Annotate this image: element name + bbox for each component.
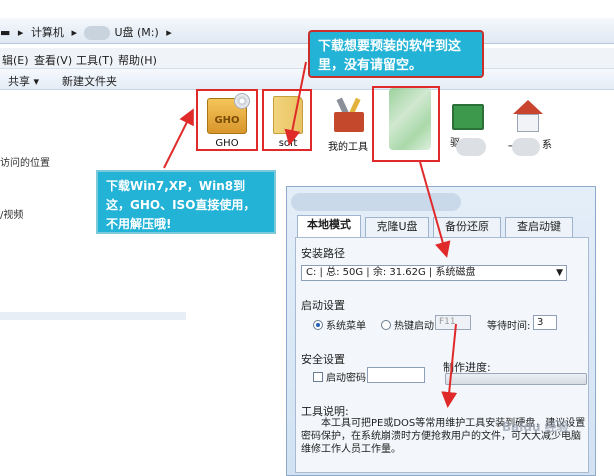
blurred-label: [512, 138, 540, 156]
menu-bar: 辑(E) 查看(V) 工具(T) 帮助(H): [0, 48, 614, 68]
file-label: 我的工具: [328, 142, 368, 153]
navigation-pane: 访问的位置 /视频: [0, 90, 186, 476]
network-card-icon: [452, 104, 484, 130]
folder-my-tools[interactable]: 我的工具: [326, 97, 370, 153]
breadcrumb-drive[interactable]: U盘 (M:): [114, 26, 158, 39]
share-button[interactable]: 共享 ▾: [8, 73, 39, 89]
nav-divider: [0, 312, 186, 320]
callout-top: 下载想要预装的软件到这里，没有请留空。: [308, 30, 484, 78]
boot-settings-label: 启动设置: [301, 299, 345, 312]
radio-selected-icon: [313, 320, 323, 330]
hotkey-select[interactable]: F11: [435, 315, 471, 330]
security-settings-label: 安全设置: [301, 353, 345, 366]
breadcrumb-separator: ▸: [166, 26, 172, 39]
menu-tools[interactable]: 工具(T): [76, 52, 113, 68]
back-arrow-icon[interactable]: ▬: [0, 26, 10, 39]
radio-hotkey[interactable]: 热键启动: [381, 317, 434, 332]
menu-edit[interactable]: 辑(E): [2, 52, 29, 68]
wait-time-stepper[interactable]: 3: [533, 315, 557, 330]
highlight-blurred-file: [372, 86, 440, 162]
file-label: 系: [542, 140, 552, 151]
install-path-select[interactable]: C: | 总: 50G | 余: 31.62G | 系统磁盘 ▼: [301, 265, 567, 281]
breadcrumb-computer[interactable]: 计算机: [31, 26, 64, 39]
address-bar[interactable]: ▬ ▸ 计算机 ▸ U盘 (M:) ▸: [0, 18, 614, 44]
blurred-label: [456, 138, 486, 156]
install-path-label: 安装路径: [301, 247, 345, 260]
tab-clone-usb[interactable]: 克隆U盘: [365, 217, 429, 237]
radio-system-menu[interactable]: 系统菜单: [313, 317, 366, 332]
wait-time-label: 等待时间:: [487, 321, 531, 332]
chevron-down-icon: ▼: [556, 268, 563, 278]
callout-left: 下载Win7,XP，Win8到这，GHO、ISO直接使用，不用解压哦!: [96, 170, 276, 234]
breadcrumb: ▬ ▸ 计算机 ▸ U盘 (M:) ▸: [0, 24, 176, 40]
password-input[interactable]: [367, 367, 425, 383]
tab-backup-restore[interactable]: 备份还原: [433, 217, 501, 237]
progress-bar: [445, 373, 587, 385]
install-path-value: C: | 总: 50G | 余: 31.62G | 系统磁盘: [306, 267, 476, 278]
menu-help[interactable]: 帮助(H): [118, 52, 157, 68]
tab-boot-key[interactable]: 查启动键: [505, 217, 573, 237]
radio-label: 热键启动: [394, 321, 434, 332]
checkbox-icon: [313, 372, 323, 382]
watermark: Baidu 经验: [502, 420, 569, 434]
blurred-label: [84, 26, 111, 40]
highlight-gho: [196, 89, 258, 151]
toolbox-icon: [328, 97, 368, 134]
nav-item-videos[interactable]: /视频: [0, 206, 23, 221]
radio-unselected-icon: [381, 320, 391, 330]
radio-label: 系统菜单: [326, 321, 366, 332]
new-folder-button[interactable]: 新建文件夹: [62, 73, 117, 89]
highlight-soft: [262, 89, 312, 151]
nav-item-recent-places[interactable]: 访问的位置: [0, 154, 50, 169]
breadcrumb-separator: ▸: [17, 26, 24, 39]
menu-view[interactable]: 查看(V): [34, 52, 72, 68]
password-checkbox[interactable]: 启动密码: [313, 369, 366, 384]
dialog-title-blurred: [291, 193, 461, 211]
home-icon: [511, 100, 545, 134]
breadcrumb-separator: ▸: [71, 26, 77, 39]
toolbar: 共享 ▾ 新建文件夹: [0, 68, 614, 90]
checkbox-label: 启动密码: [326, 373, 366, 384]
tab-local-mode[interactable]: 本地模式: [297, 215, 361, 237]
